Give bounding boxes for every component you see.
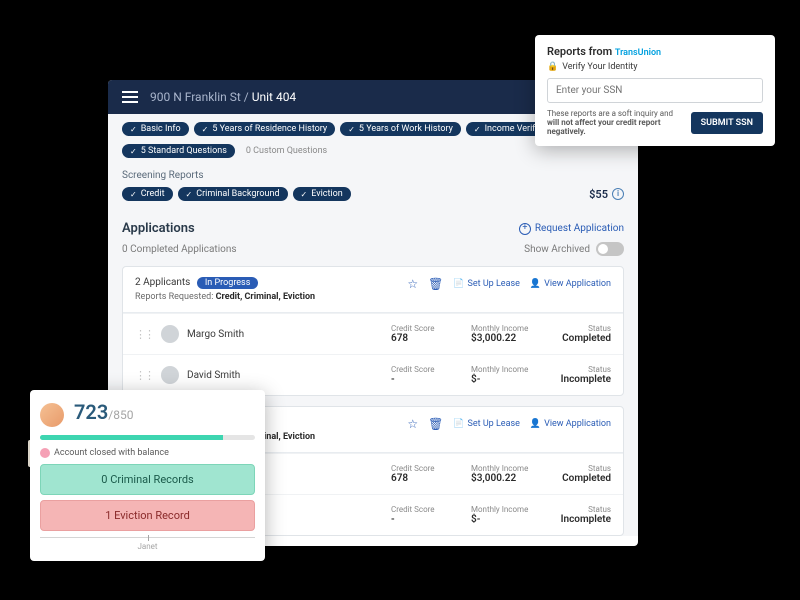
setup-lease-button[interactable]: 📄 Set Up Lease: [453, 279, 520, 289]
applicant-name[interactable]: David Smith: [187, 370, 391, 381]
view-application-button[interactable]: 👤 View Application: [530, 279, 611, 289]
chip-standard-q[interactable]: 5 Standard Questions: [122, 144, 235, 158]
tick-label: Janet: [40, 542, 255, 551]
breadcrumb: 900 N Franklin St / Unit 404: [150, 90, 296, 104]
delete-icon[interactable]: 🗑: [428, 277, 443, 291]
application-card: 2 Applicants In Progress Reports Request…: [122, 266, 624, 396]
chip-work[interactable]: 5 Years of Work History: [340, 122, 461, 136]
chip-criminal[interactable]: Criminal Background: [178, 187, 288, 201]
avatar: [161, 366, 179, 384]
avatar: [161, 325, 179, 343]
screening-label: Screening Reports: [108, 166, 638, 185]
dot-icon: [40, 448, 50, 458]
status-badge: In Progress: [197, 277, 259, 289]
chip-credit[interactable]: Credit: [122, 187, 173, 201]
screening-row: Credit Criminal Background Eviction $55 …: [108, 185, 638, 209]
criminal-records-box[interactable]: 0 Criminal Records: [40, 464, 255, 495]
transunion-brand: TransUnion: [615, 48, 661, 58]
chip-eviction[interactable]: Eviction: [293, 187, 351, 201]
breadcrumb-current: Unit 404: [252, 90, 296, 104]
drag-handle-icon[interactable]: ⋮⋮: [135, 328, 153, 341]
applicant-count: 2 Applicants: [135, 277, 190, 288]
favorite-icon[interactable]: ☆: [407, 417, 418, 431]
submit-ssn-button[interactable]: SUBMIT SSN: [691, 112, 763, 134]
setup-lease-button[interactable]: 📄 Set Up Lease: [453, 419, 520, 429]
applications-header: Applications + Request Application: [108, 209, 638, 242]
applications-subheader: 0 Completed Applications Show Archived: [108, 242, 638, 266]
archived-toggle[interactable]: [596, 242, 624, 256]
request-application-link[interactable]: + Request Application: [519, 223, 624, 235]
plus-icon: +: [519, 223, 531, 235]
applicant-row: ⋮⋮ David Smith Credit Score- Monthly Inc…: [123, 354, 623, 395]
lock-icon: 🔒: [547, 62, 558, 72]
applicant-row: ⋮⋮ Margo Smith Credit Score678 Monthly I…: [123, 313, 623, 354]
breadcrumb-parent[interactable]: 900 N Franklin St: [150, 90, 241, 104]
favorite-icon[interactable]: ☆: [407, 277, 418, 291]
applicant-name[interactable]: Margo Smith: [187, 329, 391, 340]
chip-custom-q: 0 Custom Questions: [240, 144, 333, 158]
screening-price: $55 i: [589, 188, 624, 201]
verify-identity: 🔒Verify Your Identity: [547, 62, 763, 72]
ssn-disclaimer: These reports are a soft inquiry and wil…: [547, 109, 683, 136]
view-application-button[interactable]: 👤 View Application: [530, 419, 611, 429]
credit-score-value: 723: [74, 400, 108, 424]
card-header: 2 Applicants In Progress Reports Request…: [123, 267, 623, 313]
ssn-input[interactable]: [547, 78, 763, 103]
menu-icon[interactable]: [122, 91, 138, 103]
ssn-panel: Reports from TransUnion 🔒Verify Your Ide…: [535, 35, 775, 146]
user-avatar: [40, 403, 64, 427]
chip-residence[interactable]: 5 Years of Residence History: [194, 122, 336, 136]
applications-title: Applications: [122, 221, 195, 236]
show-archived-label: Show Archived: [524, 244, 590, 255]
ssn-title: Reports from TransUnion: [547, 45, 763, 58]
questions-chips-2: 5 Standard Questions 0 Custom Questions: [108, 144, 638, 166]
eviction-records-box[interactable]: 1 Eviction Record: [40, 500, 255, 531]
credit-score-card: 723/850 Account closed with balance 0 Cr…: [30, 390, 265, 561]
account-closed-note: Account closed with balance: [40, 448, 255, 458]
credit-score-max: /850: [108, 408, 133, 422]
completed-count: 0 Completed Applications: [122, 244, 237, 255]
drag-handle-icon[interactable]: ⋮⋮: [135, 369, 153, 382]
score-progress-bar: [40, 435, 255, 440]
delete-icon[interactable]: 🗑: [428, 417, 443, 431]
info-icon[interactable]: i: [612, 188, 624, 200]
chip-basic-info[interactable]: Basic Info: [122, 122, 189, 136]
